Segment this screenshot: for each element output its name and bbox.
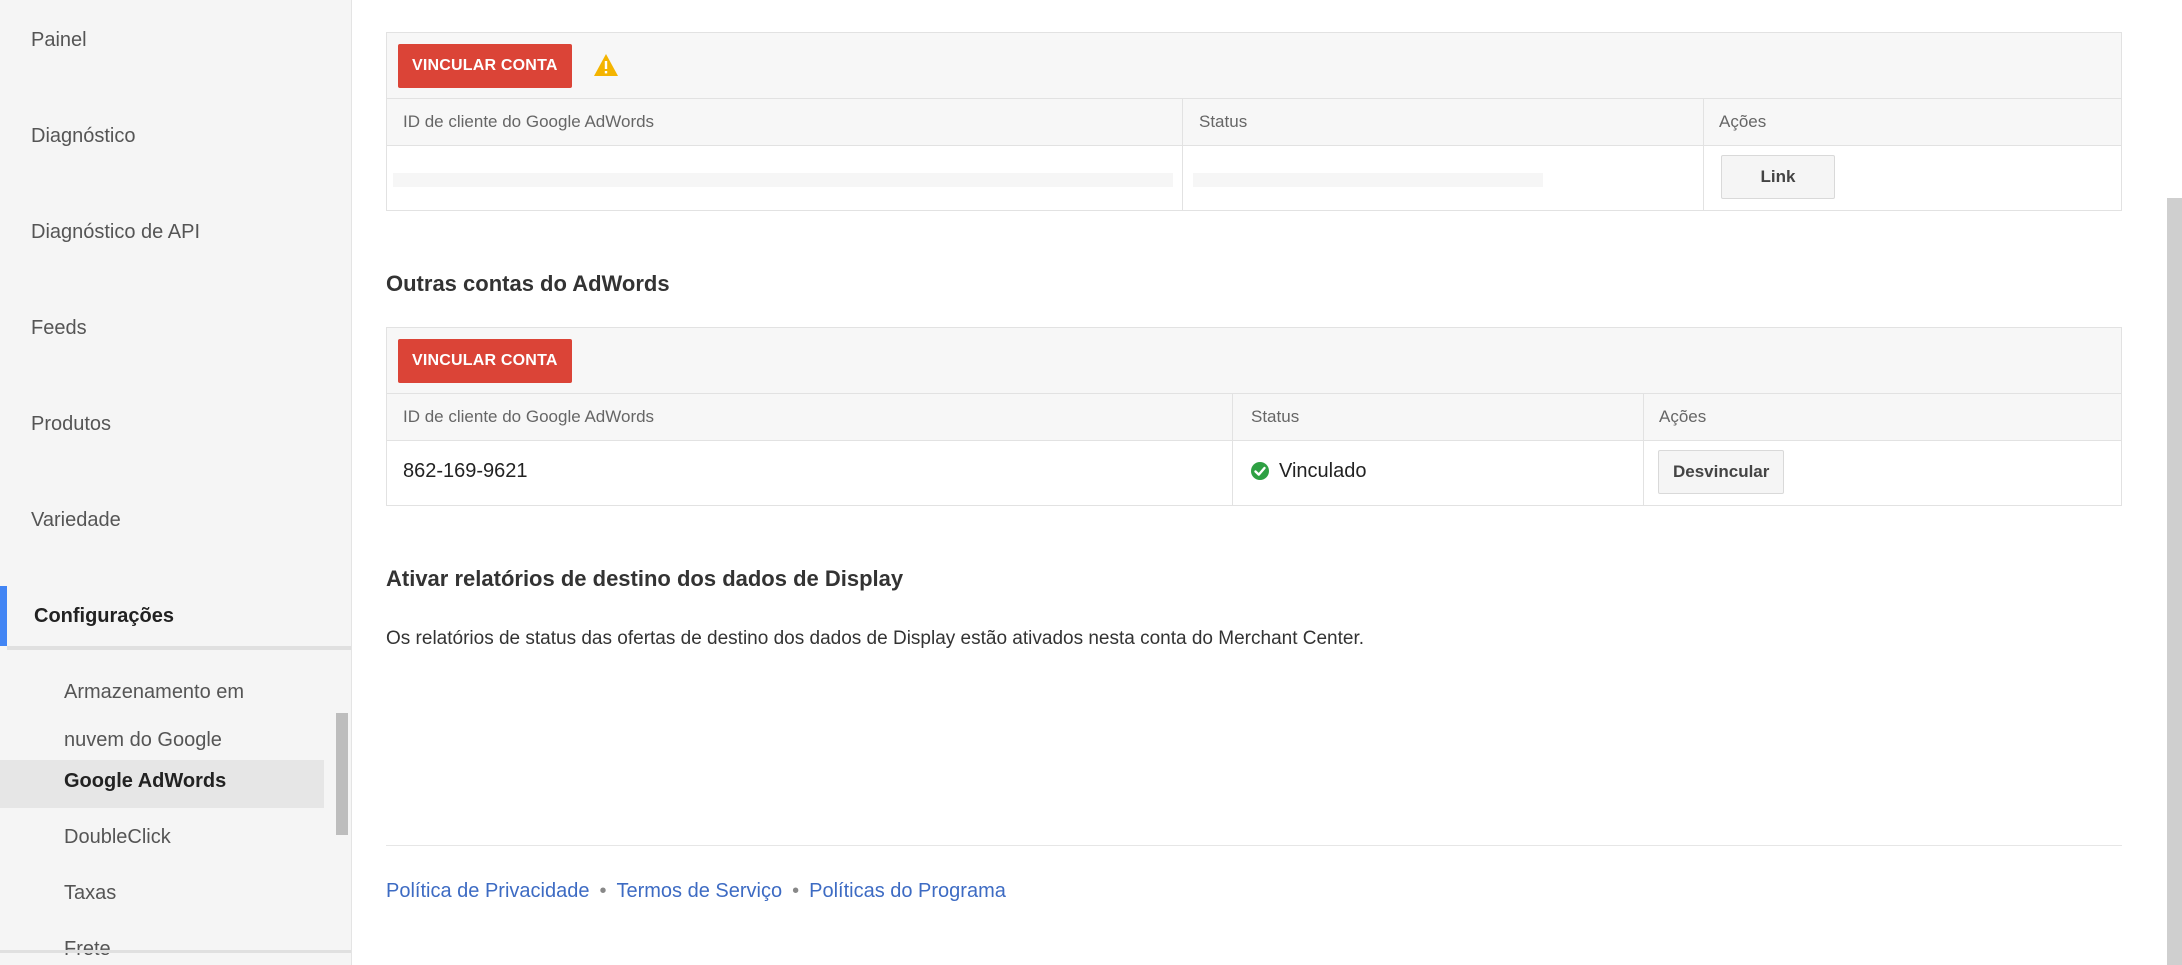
sidebar-item-diagnostico[interactable]: Diagnóstico <box>0 106 351 166</box>
sidebar-item-label: Diagnóstico de API <box>31 220 200 243</box>
status-badge: Vinculado <box>1279 460 1367 482</box>
link-account-button[interactable]: VINCULAR CONTA <box>398 44 572 88</box>
footer: Política de Privacidade • Termos de Serviç… <box>386 880 1006 903</box>
column-header-client-id: ID de cliente do Google AdWords <box>403 112 655 131</box>
other-accounts-panel: VINCULAR CONTA ID de cliente do Google A… <box>386 327 2122 506</box>
sidebar: Painel Diagnóstico Diagnóstico de API Fe… <box>0 0 352 965</box>
footer-divider <box>386 845 2122 846</box>
sidebar-subitem-doubleclick[interactable]: DoubleClick <box>64 826 171 849</box>
program-policies-link[interactable]: Políticas do Programa <box>809 880 1006 902</box>
sidebar-subitem-label-line1: Armazenamento em <box>64 681 245 703</box>
page-scrollbar[interactable] <box>2167 198 2182 965</box>
display-reports-description: Os relatórios de status das ofertas de d… <box>386 628 1365 649</box>
column-header-actions: Ações <box>1719 112 1767 131</box>
placeholder-cell <box>1193 173 1543 187</box>
column-divider <box>1232 394 1233 506</box>
placeholder-cell <box>393 173 1173 187</box>
warning-icon <box>594 54 618 76</box>
link-button[interactable]: Link <box>1721 155 1835 199</box>
column-divider <box>1182 99 1183 211</box>
sidebar-item-label: Painel <box>31 28 87 51</box>
sidebar-item-label: Configurações <box>34 604 175 627</box>
sidebar-item-label: Diagnóstico <box>31 124 136 147</box>
sidebar-scrollbar[interactable] <box>336 713 348 835</box>
sidebar-subitem-label: Taxas <box>64 882 117 904</box>
link-account-button[interactable]: VINCULAR CONTA <box>398 339 572 383</box>
sidebar-subitem-label: Frete <box>64 938 111 960</box>
sidebar-item-label: Feeds <box>31 316 87 339</box>
sidebar-bottom-divider <box>0 950 351 953</box>
footer-separator: • <box>792 880 800 902</box>
column-divider <box>1643 394 1644 506</box>
sidebar-item-feeds[interactable]: Feeds <box>0 298 351 358</box>
table-header: ID de cliente do Google AdWords Status A… <box>387 99 2121 146</box>
sidebar-subitem-label: DoubleClick <box>64 826 171 848</box>
panel-toolbar: VINCULAR CONTA <box>387 328 2121 394</box>
panel-toolbar: VINCULAR CONTA <box>387 33 2121 99</box>
sidebar-item-diagnostico-api[interactable]: Diagnóstico de API <box>0 202 351 262</box>
sidebar-item-produtos[interactable]: Produtos <box>0 394 351 454</box>
column-divider <box>1703 99 1704 211</box>
sidebar-item-configuracoes[interactable]: Configurações <box>0 586 351 646</box>
client-id-value: 862-169-9621 <box>403 460 528 482</box>
sidebar-subitem-taxas[interactable]: Taxas <box>64 882 116 905</box>
sidebar-subitem-cloud-storage[interactable]: Armazenamento em nuvem do Google <box>64 668 244 764</box>
sidebar-subitem-label: Google AdWords <box>64 770 227 792</box>
active-item-divider <box>7 646 351 650</box>
adwords-link-panel: VINCULAR CONTA ID de cliente do Google A… <box>386 32 2122 211</box>
sidebar-subitem-google-adwords[interactable]: Google AdWords <box>64 770 226 793</box>
sidebar-item-label: Variedade <box>31 508 121 531</box>
sidebar-item-variedade[interactable]: Variedade <box>0 490 351 550</box>
column-header-client-id: ID de cliente do Google AdWords <box>403 407 655 426</box>
table-header: ID de cliente do Google AdWords Status A… <box>387 394 2121 441</box>
sidebar-subitem-label-line2: nuvem do Google <box>64 729 222 751</box>
sidebar-item-label: Produtos <box>31 412 112 435</box>
column-header-status: Status <box>1251 407 1300 426</box>
column-header-actions: Ações <box>1659 407 1707 426</box>
terms-of-service-link[interactable]: Termos de Serviço <box>616 880 782 902</box>
section-title-other-accounts: Outras contas do AdWords <box>386 271 670 296</box>
status-cell: Vinculado <box>1251 460 1366 483</box>
sidebar-item-painel[interactable]: Painel <box>0 10 351 70</box>
unlink-button[interactable]: Desvincular <box>1658 450 1785 494</box>
privacy-policy-link[interactable]: Política de Privacidade <box>386 880 589 902</box>
check-circle-icon <box>1251 462 1269 480</box>
footer-separator: • <box>599 880 607 902</box>
section-title-display-reports: Ativar relatórios de destino dos dados d… <box>386 566 904 591</box>
column-header-status: Status <box>1199 112 1248 131</box>
